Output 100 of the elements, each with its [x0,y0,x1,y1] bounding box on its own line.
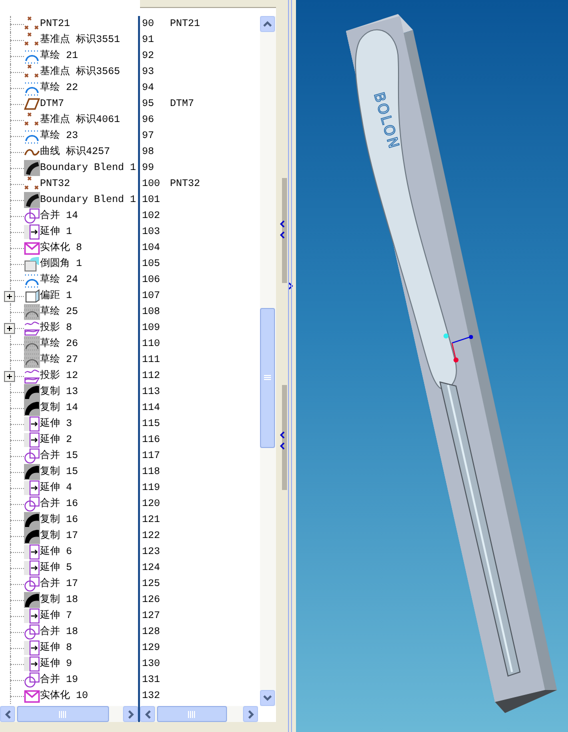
expand-icon[interactable] [4,323,15,334]
feature-number: 124 [141,562,162,576]
tree-item[interactable]: 复制 18 [40,594,78,606]
tree-item[interactable]: PNT32 [40,178,70,190]
tree-item[interactable]: 基准点 标识3565 [40,66,120,78]
tree-item[interactable]: 草绘 24 [40,274,78,286]
chevron-right-icon[interactable] [288,282,294,290]
cross-marks-icon [24,112,40,128]
tree-item[interactable]: 投影 8 [40,322,72,334]
tree-item[interactable]: 实体化 8 [40,242,82,254]
feature-number: 91 [141,34,156,48]
surface-icon [24,192,40,208]
scroll-thumb[interactable] [157,706,227,722]
tree-item[interactable]: 草绘 23 [40,130,78,142]
splitter-grip[interactable] [282,178,287,283]
arrow-icon [24,416,40,432]
feature-number: 123 [141,546,162,560]
tree-item[interactable]: 草绘 21 [40,50,78,62]
tree-item[interactable]: 复制 15 [40,466,78,478]
vertical-scrollbar[interactable] [260,16,276,706]
coordinate-axes-icon [444,334,473,362]
tree-item[interactable]: 合并 14 [40,210,78,222]
splitter-grip[interactable] [282,385,287,490]
tree-item[interactable]: 基准点 标识3551 [40,34,120,46]
feature-number: 120 [141,498,162,512]
feature-number: 107 [141,290,162,304]
feature-number: 104 [141,242,162,256]
caret-left-icon [144,710,150,718]
horizontal-scrollbar[interactable] [140,706,258,722]
tree-item[interactable]: 合并 18 [40,626,78,638]
scroll-down-button[interactable] [260,690,275,706]
scroll-up-button[interactable] [260,16,275,32]
feature-name: PNT21 [170,18,200,32]
tree-item[interactable]: 延伸 6 [40,546,72,558]
tree-item[interactable]: 复制 17 [40,530,78,542]
scroll-left-button[interactable] [140,706,155,722]
scroll-right-button[interactable] [243,706,258,722]
feature-number: 102 [141,210,162,224]
tree-item[interactable]: 延伸 1 [40,226,72,238]
feature-number: 121 [141,514,162,528]
tree-item[interactable]: 延伸 8 [40,642,72,654]
grip-icon [188,710,196,718]
arc-icon [24,48,40,64]
feature-number: 90 [141,18,156,32]
parallelogram-icon [24,96,40,112]
tree-item[interactable]: 复制 16 [40,514,78,526]
feature-number: 108 [141,306,162,320]
feature-number: 119 [141,482,162,496]
feature-number: 110 [141,338,162,352]
feature-number: 111 [141,354,162,368]
tree-item[interactable]: 复制 14 [40,402,78,414]
tree-item[interactable]: 草绘 27 [40,354,78,366]
tree-item[interactable]: 合并 15 [40,450,78,462]
scroll-left-button[interactable] [0,706,15,722]
tree-item[interactable]: 草绘 25 [40,306,78,318]
tree-item[interactable]: 投影 12 [40,370,78,382]
tree-item[interactable]: 偏距 1 [40,290,72,302]
feature-number: 126 [141,594,162,608]
tree-item[interactable]: 合并 16 [40,498,78,510]
circle-square-icon [24,208,40,224]
feature-number: 115 [141,418,162,432]
horizontal-scrollbar[interactable] [0,706,138,722]
scroll-thumb[interactable] [260,308,275,448]
tree-item[interactable]: 延伸 5 [40,562,72,574]
tree-item[interactable]: Boundary Blend 1 [40,162,136,174]
feature-number: 96 [141,114,156,128]
expand-icon[interactable] [4,371,15,382]
tree-item[interactable]: 草绘 22 [40,82,78,94]
tree-item[interactable]: 草绘 26 [40,338,78,350]
tree-item[interactable]: 合并 17 [40,578,78,590]
arrow-icon [24,560,40,576]
tree-item[interactable]: 延伸 4 [40,482,72,494]
tree-item[interactable]: 曲线 标识4257 [40,146,110,158]
feature-number: 92 [141,50,156,64]
feature-number: 132 [141,690,162,704]
scroll-right-button[interactable] [123,706,138,722]
surface-icon [24,384,40,400]
tree-item[interactable]: 延伸 3 [40,418,72,430]
feature-number: 113 [141,386,162,400]
feature-number: 95 [141,98,156,112]
tree-item[interactable]: 复制 13 [40,386,78,398]
surface-icon [24,528,40,544]
tree-item[interactable]: 合并 19 [40,674,78,686]
scroll-thumb[interactable] [17,706,109,722]
tree-item[interactable]: 倒圆角 1 [40,258,82,270]
tree-item[interactable]: 基准点 标识4061 [40,114,120,126]
tree-item[interactable]: 延伸 7 [40,610,72,622]
feature-number: 101 [141,194,162,208]
tree-item[interactable]: Boundary Blend 1 [40,194,136,206]
feature-number: 94 [141,82,156,96]
feature-number: 125 [141,578,162,592]
cross-marks-icon [24,16,40,32]
circle-square-icon [24,624,40,640]
expand-icon[interactable] [4,291,15,302]
tree-item[interactable]: PNT21 [40,18,70,30]
tree-item[interactable]: 延伸 9 [40,658,72,670]
cross-marks-icon [24,176,40,192]
tree-item[interactable]: 延伸 2 [40,434,72,446]
tree-item[interactable]: 实体化 10 [40,690,88,702]
tree-item[interactable]: DTM7 [40,98,64,110]
